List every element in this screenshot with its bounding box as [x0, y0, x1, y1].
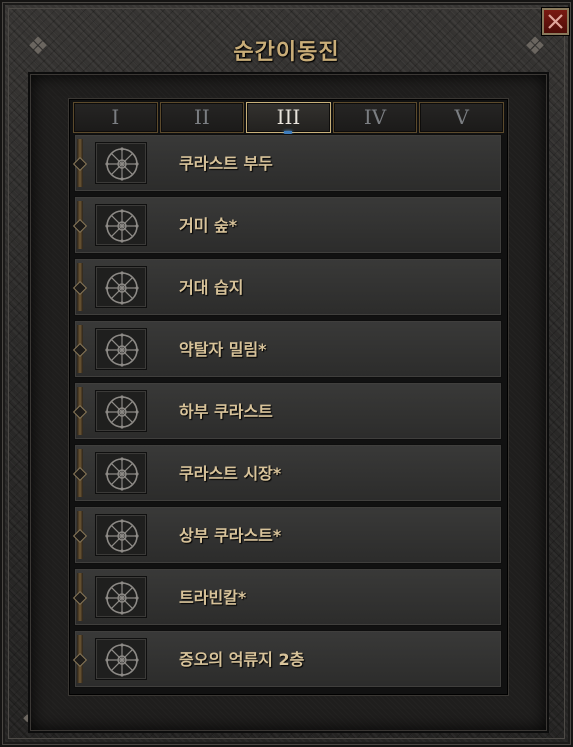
waypoint-icon: [95, 514, 147, 556]
tab-label: III: [276, 105, 301, 129]
waypoint-row[interactable]: 거미 숲*: [74, 196, 502, 254]
waypoint-row[interactable]: 쿠라스트 시장*: [74, 444, 502, 502]
row-rail: [77, 511, 83, 559]
tab-act-4[interactable]: IV: [332, 102, 418, 133]
row-rail: [77, 387, 83, 435]
row-rail: [77, 449, 83, 497]
waypoint-label: 쿠라스트 시장*: [179, 464, 282, 483]
tab-act-2[interactable]: II: [159, 102, 245, 133]
waypoint-row[interactable]: 거대 습지: [74, 258, 502, 316]
row-rail: [77, 263, 83, 311]
row-rail: [77, 139, 83, 187]
row-rail: [77, 635, 83, 683]
waypoint-icon: [95, 266, 147, 308]
waypoint-label: 거대 습지: [179, 278, 244, 297]
waypoint-row[interactable]: 상부 쿠라스트*: [74, 506, 502, 564]
close-button[interactable]: [542, 8, 569, 35]
waypoint-window: ❖ ❖ ❖ ❖ 순간이동진 IIIIIIIVV 쿠라스트 부두거미 숲*거대 습…: [0, 0, 573, 747]
waypoint-row[interactable]: 쿠라스트 부두: [74, 134, 502, 192]
waypoint-label: 쿠라스트 부두: [179, 154, 273, 173]
tab-label: V: [454, 105, 469, 129]
waypoint-label: 상부 쿠라스트*: [179, 526, 282, 545]
close-icon: [548, 14, 563, 29]
waypoint-label: 거미 숲*: [179, 216, 238, 235]
tab-act-5[interactable]: V: [419, 102, 504, 133]
waypoint-icon: [95, 390, 147, 432]
waypoint-icon: [95, 328, 147, 370]
waypoint-label: 트라빈칼*: [179, 588, 247, 607]
waypoint-icon: [95, 576, 147, 618]
waypoint-icon: [95, 204, 147, 246]
waypoint-label: 하부 쿠라스트: [179, 402, 273, 421]
waypoint-list: 쿠라스트 부두거미 숲* 거대 습지약탈자 밀림* 하부 쿠라스트쿠라스트 시장* 상…: [74, 134, 502, 692]
tab-label: IV: [363, 105, 387, 129]
waypoint-row[interactable]: 증오의 억류지 2층: [74, 630, 502, 688]
waypoint-icon: [95, 638, 147, 680]
tab-label: I: [111, 105, 120, 129]
act-tabs: I II III IV V: [73, 102, 504, 136]
waypoint-label: 증오의 억류지 2층: [179, 650, 305, 669]
row-rail: [77, 325, 83, 373]
tab-act-1[interactable]: I: [73, 102, 158, 133]
waypoint-row[interactable]: 트라빈칼*: [74, 568, 502, 626]
waypoint-row[interactable]: 약탈자 밀림*: [74, 320, 502, 378]
waypoint-icon: [95, 452, 147, 494]
waypoint-label: 약탈자 밀림*: [179, 340, 267, 359]
row-rail: [77, 201, 83, 249]
waypoint-icon: [95, 142, 147, 184]
window-title: 순간이동진: [233, 40, 340, 65]
waypoint-row[interactable]: 하부 쿠라스트: [74, 382, 502, 440]
tab-label: II: [193, 105, 210, 129]
row-rail: [77, 573, 83, 621]
tab-act-3[interactable]: III: [246, 102, 331, 136]
